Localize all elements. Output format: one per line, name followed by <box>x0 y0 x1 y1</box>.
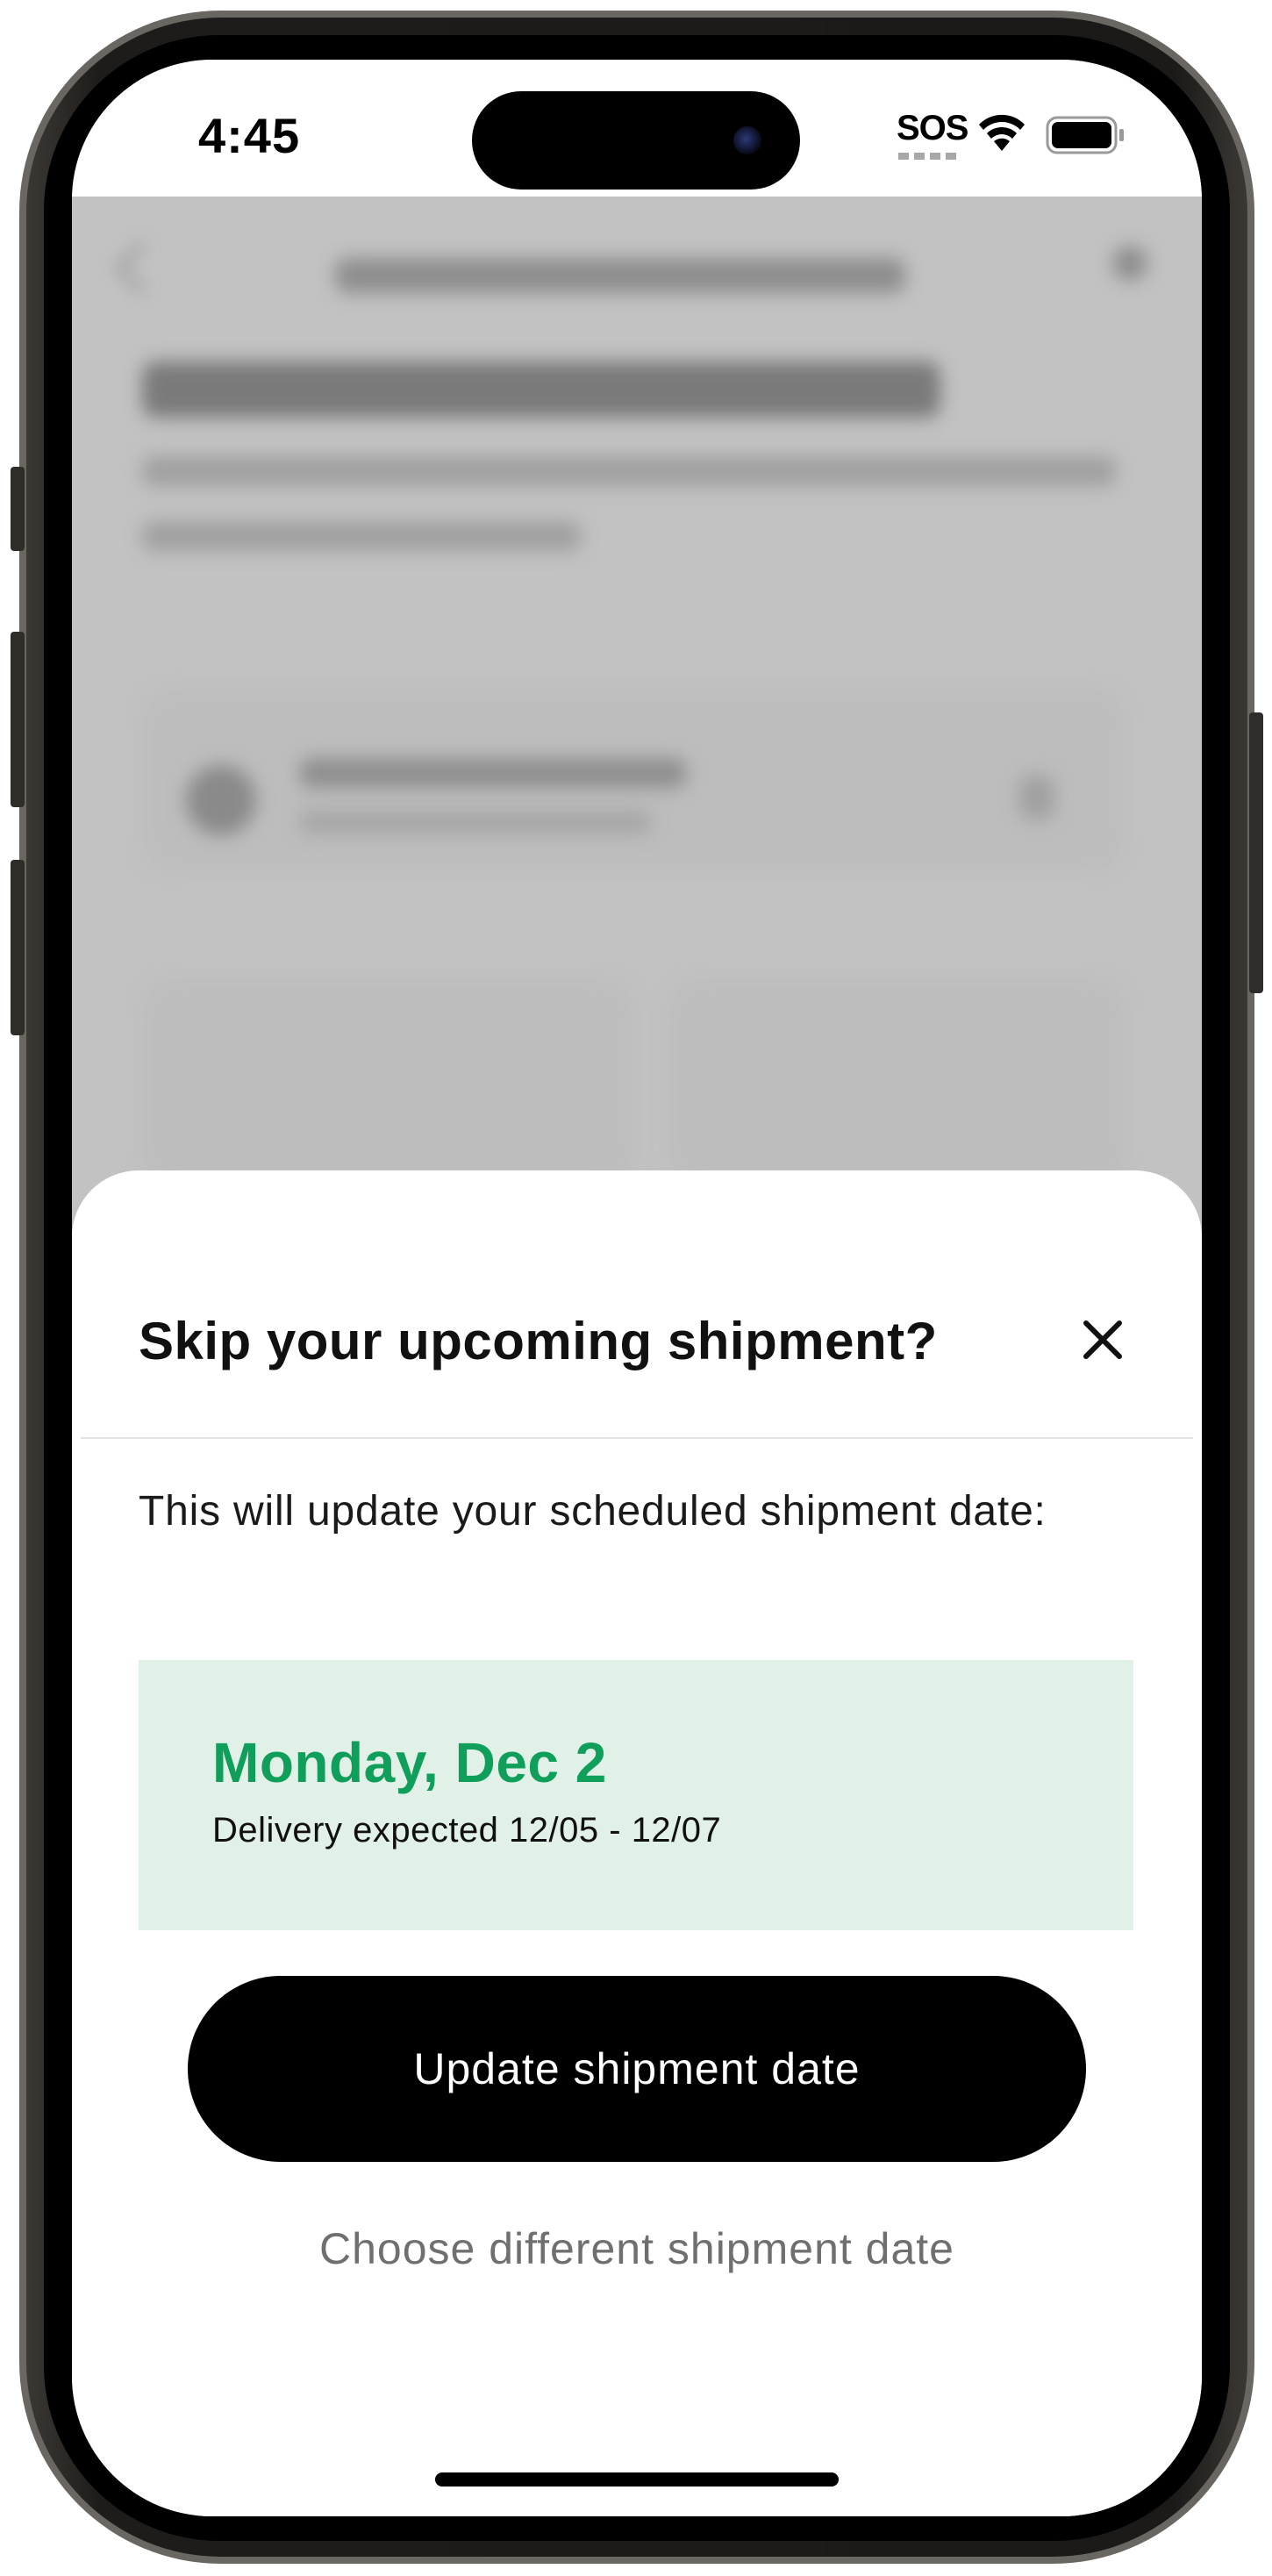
heading-placeholder <box>142 361 940 418</box>
sos-indicator: SOS <box>897 109 968 147</box>
close-button[interactable] <box>1072 1309 1133 1370</box>
volume-up-button <box>11 632 25 807</box>
status-time: 4:45 <box>198 108 301 163</box>
chevron-right-icon <box>1019 776 1054 819</box>
skip-shipment-sheet: Skip your upcoming shipment? This will u… <box>72 1170 1202 2516</box>
update-shipment-date-button[interactable]: Update shipment date <box>188 1976 1086 2162</box>
back-arrow-icon <box>115 241 168 294</box>
signal-dots-icon <box>898 153 956 160</box>
sheet-description: This will update your scheduled shipment… <box>139 1488 1047 1535</box>
close-icon <box>1083 1320 1122 1359</box>
header-title-placeholder <box>335 258 905 293</box>
subtext-placeholder <box>142 456 1116 486</box>
wifi-icon <box>979 114 1025 151</box>
new-shipment-date: Monday, Dec 2 <box>212 1731 607 1794</box>
card-text-placeholder <box>300 811 651 834</box>
choose-different-date-link[interactable]: Choose different shipment date <box>188 2223 1086 2293</box>
card-text-placeholder <box>300 758 686 788</box>
card-placeholder <box>668 977 1125 1188</box>
action-button <box>11 467 25 551</box>
battery-icon <box>1046 116 1124 154</box>
blurred-background-page <box>72 197 1202 1232</box>
power-button <box>1249 712 1263 993</box>
status-bar: 4:45 SOS <box>72 60 1202 197</box>
sheet-divider <box>81 1437 1193 1439</box>
home-indicator[interactable] <box>435 2472 839 2487</box>
subtext-placeholder <box>142 521 581 551</box>
phone-screen: 4:45 SOS Skip your upcoming shipment? Th… <box>72 60 1202 2516</box>
sheet-title: Skip your upcoming shipment? <box>139 1312 938 1370</box>
new-shipment-date-card: Monday, Dec 2 Delivery expected 12/05 - … <box>139 1660 1133 1930</box>
dynamic-island <box>472 91 800 190</box>
card-icon-placeholder <box>186 765 256 835</box>
card-placeholder <box>142 977 633 1188</box>
camera-icon <box>733 126 761 154</box>
delivery-window: Delivery expected 12/05 - 12/07 <box>212 1811 722 1850</box>
menu-icon <box>1112 246 1147 281</box>
volume-down-button <box>11 860 25 1035</box>
